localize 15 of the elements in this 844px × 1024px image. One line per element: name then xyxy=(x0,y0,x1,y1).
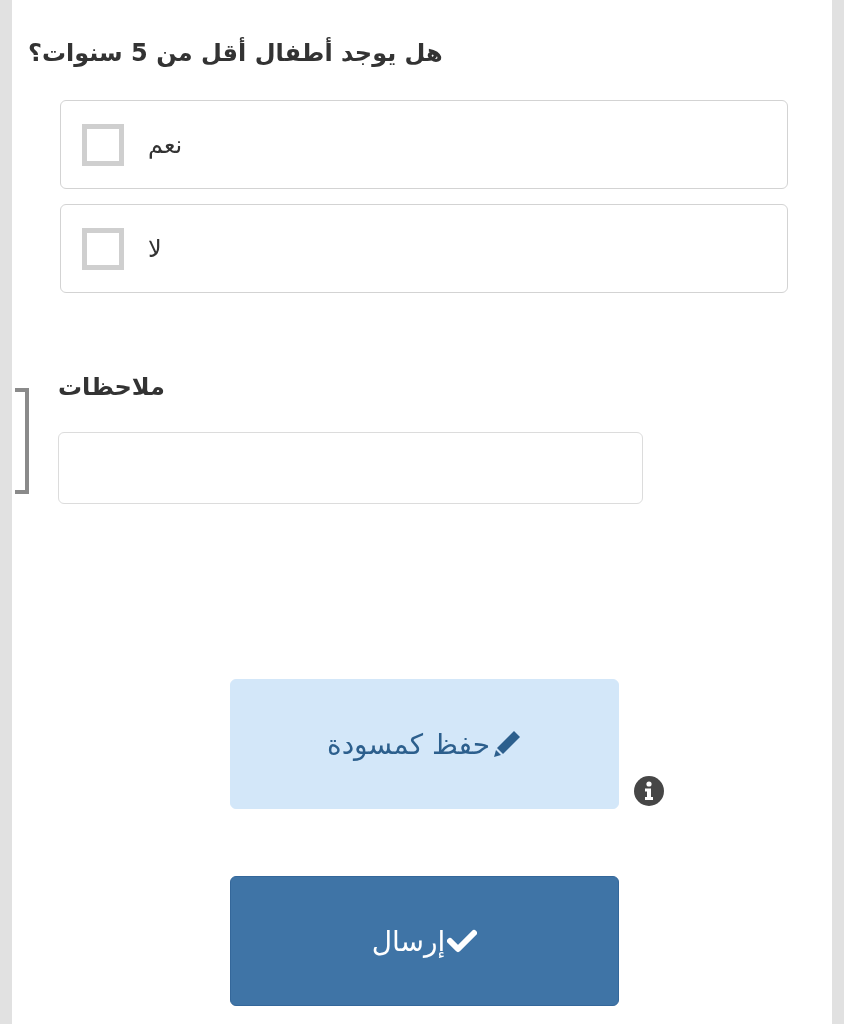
question-heading: هل يوجد أطفال أقل من 5 سنوات؟ xyxy=(28,36,443,69)
notes-label: ملاحظات xyxy=(58,372,165,403)
option-label: لا xyxy=(148,233,162,265)
option-row[interactable]: لا xyxy=(60,204,788,293)
submit-button[interactable]: إرسال xyxy=(230,876,619,1006)
save-draft-button[interactable]: حفظ كمسودة xyxy=(230,679,619,809)
notes-input[interactable] xyxy=(58,432,643,504)
checkbox[interactable] xyxy=(82,227,124,270)
option-row[interactable]: نعم xyxy=(60,100,788,189)
info-icon[interactable] xyxy=(634,776,664,806)
check-icon xyxy=(447,929,478,953)
checkbox[interactable] xyxy=(82,123,124,166)
option-label: نعم xyxy=(148,129,183,161)
pencil-icon xyxy=(492,729,523,759)
bracket-icon xyxy=(14,388,30,494)
